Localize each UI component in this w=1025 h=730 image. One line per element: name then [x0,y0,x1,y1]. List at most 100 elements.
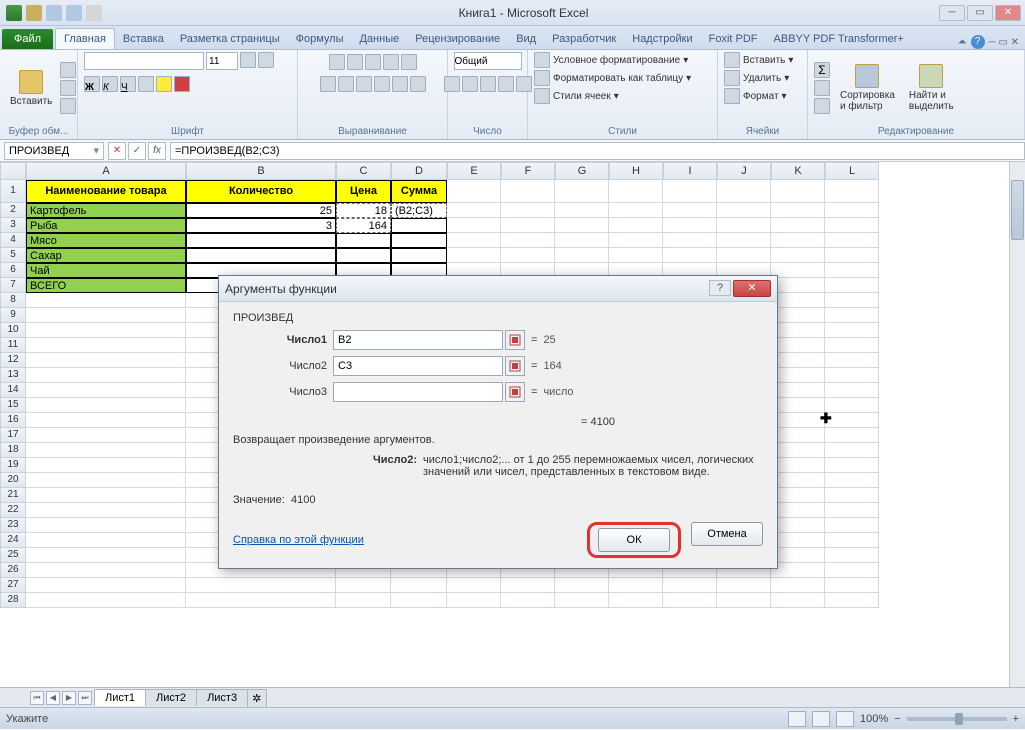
cell-J4[interactable] [717,233,771,248]
row-header-4[interactable]: 4 [0,233,26,248]
cell-H4[interactable] [609,233,663,248]
cell-L1[interactable] [825,180,879,203]
cell-K12[interactable] [771,353,825,368]
cell-G1[interactable] [555,180,609,203]
cell-L13[interactable] [825,368,879,383]
dialog-help-icon[interactable]: ? [709,280,731,296]
align-middle-icon[interactable] [347,54,363,70]
tab-review[interactable]: Рецензирование [407,29,508,49]
cell-H1[interactable] [609,180,663,203]
cell-B3[interactable]: 3 [186,218,336,233]
col-header-F[interactable]: F [501,162,555,180]
row-header-25[interactable]: 25 [0,548,26,563]
doc-min-icon[interactable]: ─ ▭ ✕ [989,37,1019,48]
cancel-button[interactable]: Отмена [691,522,763,546]
cell-G5[interactable] [555,248,609,263]
cell-A27[interactable] [26,578,186,593]
cell-G27[interactable] [555,578,609,593]
cell-K25[interactable] [771,548,825,563]
cell-E3[interactable] [447,218,501,233]
format-cells-button[interactable]: Формат ▾ [724,88,787,104]
sheet-tab-1[interactable]: Лист1 [94,689,146,706]
tab-formulas[interactable]: Формулы [288,29,352,49]
merge-icon[interactable] [410,76,426,92]
cell-A13[interactable] [26,368,186,383]
row-header-11[interactable]: 11 [0,338,26,353]
cell-C3[interactable]: 164 [336,218,391,233]
cell-K17[interactable] [771,428,825,443]
cell-K5[interactable] [771,248,825,263]
row-header-10[interactable]: 10 [0,323,26,338]
cell-D28[interactable] [391,593,447,608]
cell-A23[interactable] [26,518,186,533]
col-header-H[interactable]: H [609,162,663,180]
row-header-23[interactable]: 23 [0,518,26,533]
cell-A4[interactable]: Мясо [26,233,186,248]
cell-H28[interactable] [609,593,663,608]
cell-A2[interactable]: Картофель [26,203,186,218]
bold-icon[interactable]: Ж [84,76,100,92]
align-bottom-icon[interactable] [365,54,381,70]
cell-L8[interactable] [825,293,879,308]
cell-A12[interactable] [26,353,186,368]
number-format-select[interactable] [454,52,522,70]
cell-L7[interactable] [825,278,879,293]
cell-K11[interactable] [771,338,825,353]
col-header-I[interactable]: I [663,162,717,180]
row-header-21[interactable]: 21 [0,488,26,503]
cell-L22[interactable] [825,503,879,518]
cell-B4[interactable] [186,233,336,248]
col-header-A[interactable]: A [26,162,186,180]
autosum-icon[interactable]: Σ [814,62,830,78]
cell-K18[interactable] [771,443,825,458]
cell-K15[interactable] [771,398,825,413]
col-header-C[interactable]: C [336,162,391,180]
cell-H2[interactable] [609,203,663,218]
cell-E1[interactable] [447,180,501,203]
fill-icon[interactable] [814,80,830,96]
cell-G2[interactable] [555,203,609,218]
cell-I3[interactable] [663,218,717,233]
cell-H27[interactable] [609,578,663,593]
tab-home[interactable]: Главная [55,28,115,49]
view-normal-icon[interactable] [788,711,806,727]
cell-I5[interactable] [663,248,717,263]
cell-K28[interactable] [771,593,825,608]
collapse-dialog-icon-0[interactable] [505,330,525,350]
tab-foxit[interactable]: Foxit PDF [701,29,766,49]
cell-F5[interactable] [501,248,555,263]
comma-icon[interactable] [480,76,496,92]
cell-D5[interactable] [391,248,447,263]
row-header-6[interactable]: 6 [0,263,26,278]
view-page-break-icon[interactable] [836,711,854,727]
cell-D3[interactable] [391,218,447,233]
cell-L15[interactable] [825,398,879,413]
cell-A24[interactable] [26,533,186,548]
col-header-L[interactable]: L [825,162,879,180]
fx-icon[interactable]: fx [148,142,166,160]
cell-K6[interactable] [771,263,825,278]
cell-K14[interactable] [771,383,825,398]
cell-A18[interactable] [26,443,186,458]
cell-A28[interactable] [26,593,186,608]
sheet-tab-new[interactable]: ✲ [247,689,267,707]
cell-G3[interactable] [555,218,609,233]
qat-more-icon[interactable] [86,5,102,21]
cell-K2[interactable] [771,203,825,218]
restore-button[interactable]: ▭ [967,5,993,21]
row-header-3[interactable]: 3 [0,218,26,233]
cell-A7[interactable]: ВСЕГО [26,278,186,293]
tab-view[interactable]: Вид [508,29,544,49]
cell-D4[interactable] [391,233,447,248]
cell-D2[interactable]: (B2;C3) [391,203,447,218]
cell-A10[interactable] [26,323,186,338]
col-header-J[interactable]: J [717,162,771,180]
cell-F27[interactable] [501,578,555,593]
wrap-icon[interactable] [401,54,417,70]
cell-F4[interactable] [501,233,555,248]
row-header-28[interactable]: 28 [0,593,26,608]
undo-icon[interactable] [46,5,62,21]
align-center-icon[interactable] [338,76,354,92]
cell-C28[interactable] [336,593,391,608]
align-right-icon[interactable] [356,76,372,92]
